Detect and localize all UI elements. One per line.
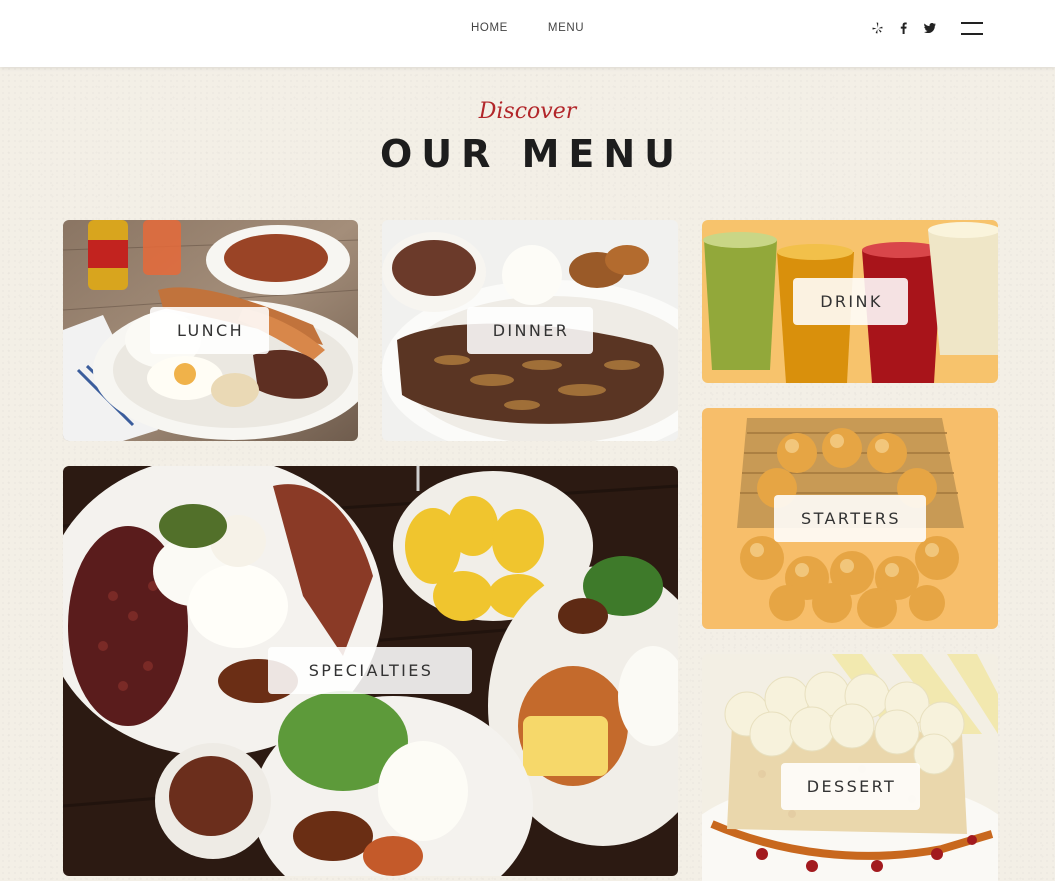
menu-card-drink[interactable]: DRINK xyxy=(702,220,998,383)
dinner-label: DINNER xyxy=(467,307,593,354)
lunch-label: LUNCH xyxy=(150,307,269,354)
nav-menu-link[interactable]: MENU xyxy=(548,22,584,34)
facebook-icon[interactable] xyxy=(897,20,910,36)
main-nav: HOME MENU xyxy=(471,22,584,34)
menu-card-dessert[interactable]: DESSERT xyxy=(702,654,998,881)
menu-card-starters[interactable]: STARTERS xyxy=(702,408,998,629)
drink-label: DRINK xyxy=(793,278,908,325)
yelp-icon[interactable] xyxy=(871,20,884,36)
social-links xyxy=(871,20,936,36)
section-kicker: Discover xyxy=(478,99,577,124)
twitter-icon[interactable] xyxy=(923,20,936,36)
dessert-label: DESSERT xyxy=(781,763,920,810)
menu-card-dinner[interactable]: DINNER xyxy=(382,220,678,441)
site-header: HOME MENU xyxy=(0,0,1055,67)
hamburger-menu-icon[interactable] xyxy=(961,22,983,36)
nav-home-link[interactable]: HOME xyxy=(471,22,508,34)
specialties-label: SPECIALTIES xyxy=(268,647,472,694)
menu-card-lunch[interactable]: LUNCH xyxy=(63,220,358,441)
menu-card-specialties[interactable]: SPECIALTIES xyxy=(63,466,678,876)
starters-label: STARTERS xyxy=(774,495,926,542)
section-title: OUR MENU xyxy=(379,132,685,176)
